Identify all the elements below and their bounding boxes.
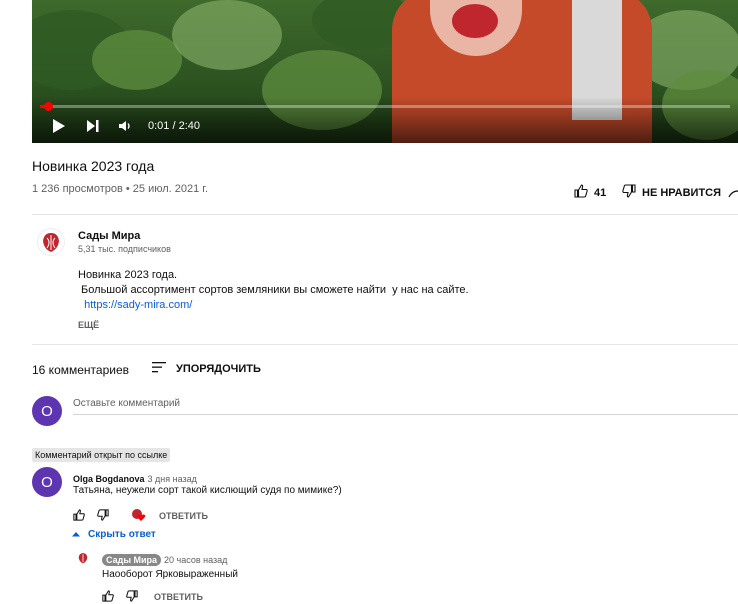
strawberry-logo-icon (78, 553, 88, 564)
comment-input[interactable]: Оставьте комментарий (73, 398, 180, 409)
comment-actions: ОТВЕТИТЬ (73, 508, 208, 524)
thumbs-up-icon[interactable] (73, 509, 85, 523)
hide-replies-label: Скрыть ответ (88, 529, 156, 540)
video-title: Новинка 2023 года (32, 158, 155, 174)
video-frame-foliage (172, 0, 282, 70)
description-line: Большой ассортимент сортов земляники вы … (78, 284, 469, 296)
creator-heart-icon (131, 508, 147, 524)
description-link[interactable]: https://sady-mira.com/ (84, 299, 192, 311)
comments-count: 16 комментариев (32, 363, 130, 377)
thumbs-down-icon[interactable] (126, 590, 138, 604)
divider (32, 214, 738, 215)
comment-timestamp[interactable]: 3 дня назад (148, 474, 197, 484)
reply-actions: ОТВЕТИТЬ (102, 590, 203, 604)
channel-avatar[interactable] (37, 228, 65, 256)
comment-input-underline (73, 414, 738, 415)
subscriber-count: 5,31 тыс. подписчиков (78, 244, 171, 254)
thumbs-down-icon (622, 184, 636, 201)
time-display: 0:01 / 2:40 (148, 120, 200, 132)
strawberry-logo-icon (43, 233, 59, 252)
progress-bar[interactable] (40, 102, 730, 111)
thumbs-up-icon[interactable] (102, 590, 114, 604)
like-count: 41 (594, 186, 607, 199)
user-avatar: O (32, 396, 62, 426)
next-icon[interactable] (86, 119, 100, 138)
hide-replies-button[interactable]: Скрыть ответ (72, 529, 156, 540)
comment-author-initial: O (41, 473, 53, 491)
caret-up-icon (72, 529, 80, 540)
video-frame-strawberry (452, 4, 498, 38)
divider (32, 344, 738, 345)
reply-button[interactable]: ОТВЕТИТЬ (154, 592, 203, 602)
channel-name[interactable]: Сады Мира (78, 230, 140, 242)
reply-button[interactable]: ОТВЕТИТЬ (159, 511, 208, 521)
share-icon[interactable] (728, 186, 738, 204)
video-frame-foliage (92, 30, 182, 90)
like-button[interactable]: 41 (574, 184, 606, 201)
video-meta: 1 236 просмотров • 25 июл. 2021 г. (32, 183, 209, 195)
reply-text: Наооборот Ярковыраженный (102, 569, 238, 580)
dislike-button[interactable]: НЕ НРАВИТСЯ (622, 184, 721, 201)
sort-label: УПОРЯДОЧИТЬ (176, 362, 261, 375)
show-more-button[interactable]: ЕЩЁ (78, 320, 99, 330)
reply-header: Сады Мира 20 часов назад (102, 550, 227, 568)
description-line: Новинка 2023 года. (78, 269, 178, 281)
volume-icon[interactable] (118, 119, 132, 138)
dislike-label: НЕ НРАВИТСЯ (642, 186, 722, 199)
progress-scrubber[interactable] (44, 102, 53, 111)
comment-text: Татьяна, неужели сорт такой кислющий суд… (73, 485, 342, 496)
sort-icon (152, 361, 166, 376)
reply-timestamp[interactable]: 20 часов назад (164, 555, 227, 565)
video-player[interactable]: 0:01 / 2:40 (32, 0, 738, 143)
comment-author[interactable]: Olga Bogdanova (73, 474, 145, 484)
controls-scrim (32, 97, 738, 143)
thumbs-up-icon (574, 184, 588, 201)
user-avatar-initial: O (41, 402, 53, 420)
thumbs-down-icon[interactable] (97, 509, 109, 523)
reply-author[interactable]: Сады Мира (102, 554, 162, 566)
linked-comment-badge: Комментарий открыт по ссылке (32, 448, 171, 462)
sort-button[interactable]: УПОРЯДОЧИТЬ (152, 361, 261, 376)
reply-author-avatar[interactable] (76, 551, 90, 565)
play-icon[interactable] (52, 118, 66, 139)
video-description: Новинка 2023 года. Большой ассортимент с… (78, 268, 469, 313)
comment-author-avatar[interactable]: O (32, 467, 62, 497)
